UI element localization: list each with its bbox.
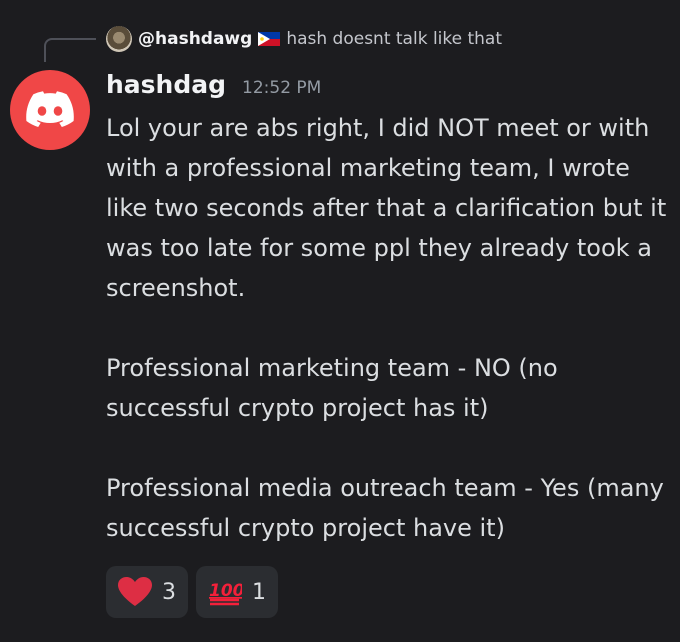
reply-connector-line [44,38,96,62]
reactions-bar: 3 100 1 [106,566,278,618]
reaction-hundred[interactable]: 100 1 [196,566,278,618]
hundred-points-icon: 100 [209,581,242,606]
message-paragraph: Professional media outreach team - Yes (… [106,474,664,542]
reaction-count: 1 [252,579,266,605]
message-paragraph: Lol your are abs right, I did NOT meet o… [106,114,667,302]
discord-logo-icon [26,91,74,127]
red-heart-icon [118,577,152,606]
reaction-count: 3 [162,579,176,605]
author-avatar[interactable] [10,70,90,150]
reaction-heart[interactable]: 3 [106,566,188,618]
message-timestamp[interactable]: 12:52 PM [242,78,321,98]
message-paragraph: Professional marketing team - NO (no suc… [106,354,558,422]
message-header: hashdag 12:52 PM [106,70,321,99]
philippines-flag-icon [258,32,281,46]
message-body: Lol your are abs right, I did NOT meet o… [106,108,676,548]
reply-avatar[interactable] [106,26,132,52]
reply-reference[interactable]: @hashdawg hash doesnt talk like that [106,24,502,54]
reply-preview-text[interactable]: hash doesnt talk like that [286,29,502,49]
svg-text:100: 100 [209,581,242,601]
author-name[interactable]: hashdag [106,70,226,99]
reply-username[interactable]: @hashdawg [138,29,252,49]
